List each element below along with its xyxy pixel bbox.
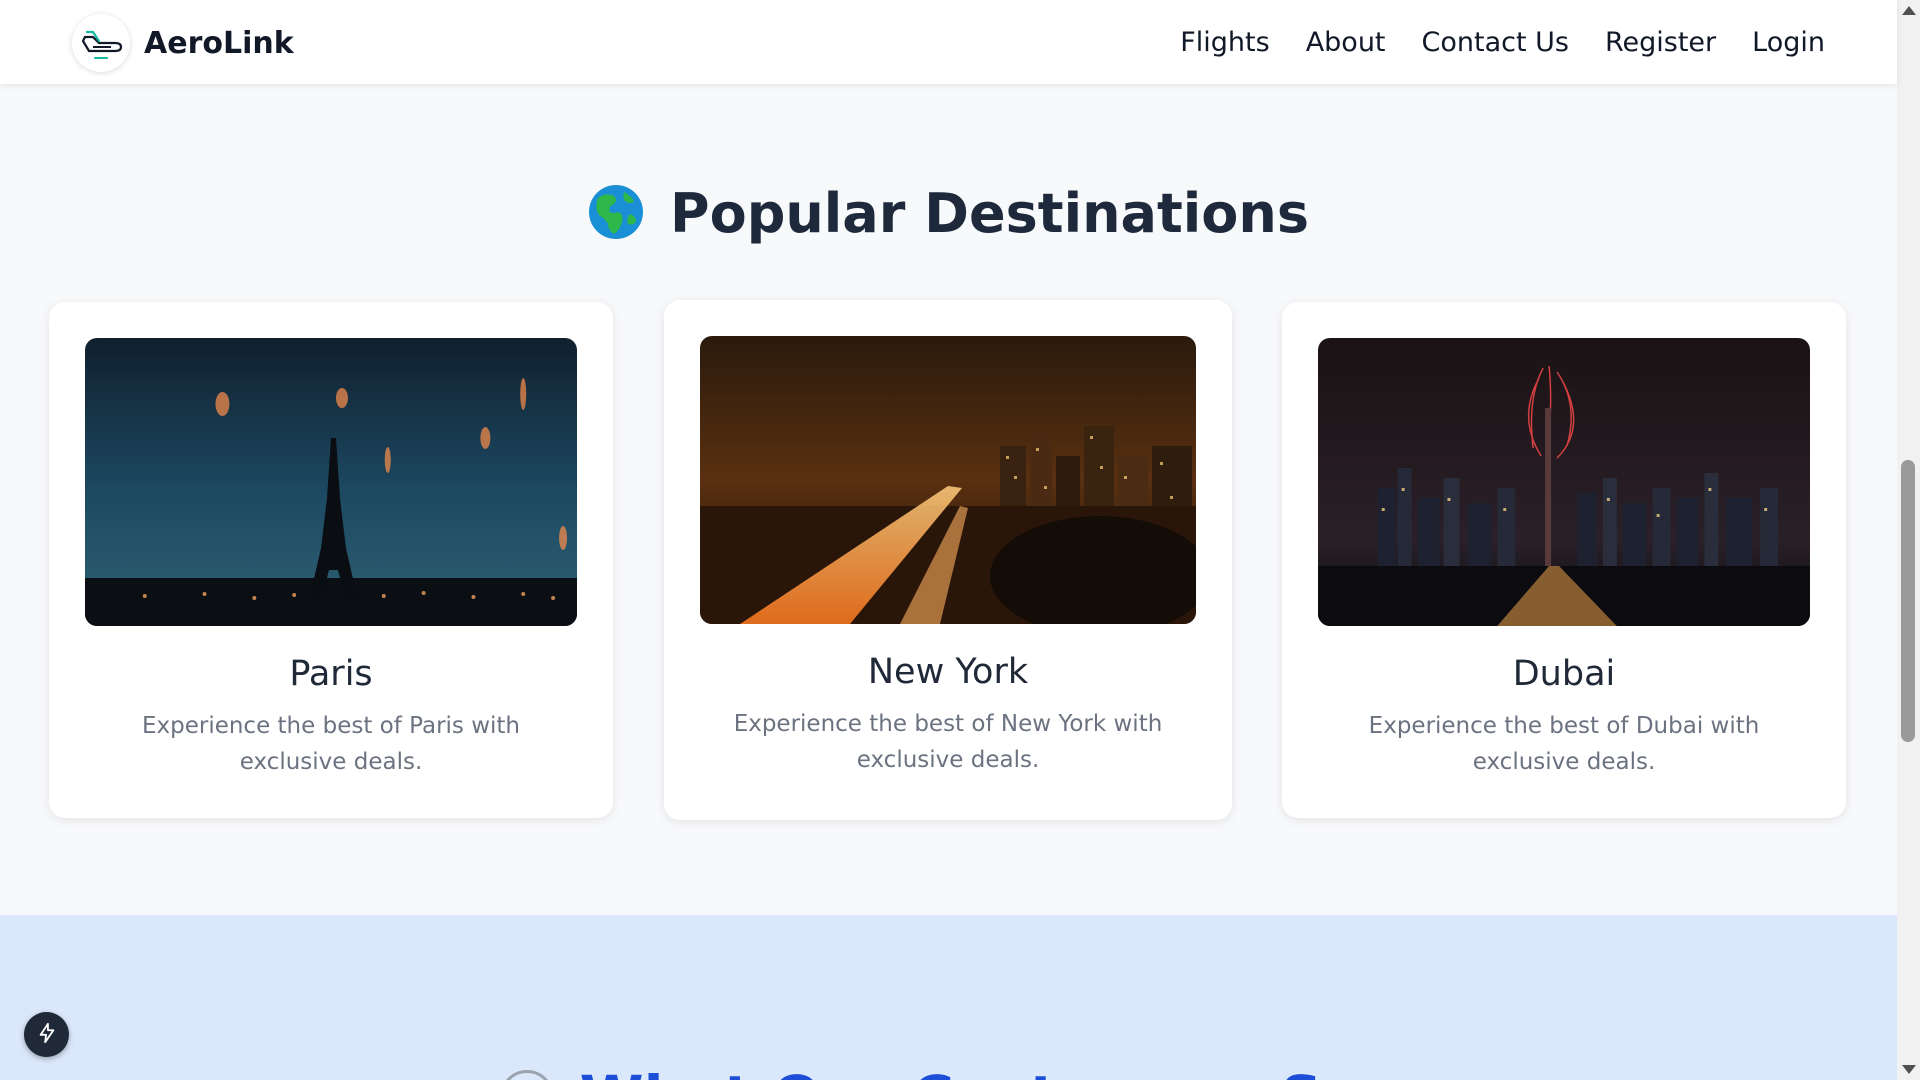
- brand-link[interactable]: AeroLink: [72, 14, 294, 72]
- page: AeroLink Flights About Contact Us Regist…: [0, 0, 1920, 1080]
- testimonials-heading: What Our Customers Say: [0, 1063, 1897, 1080]
- section-heading: Popular Destinations: [670, 182, 1309, 245]
- card-description-paris: Experience the best of Paris with exclus…: [141, 713, 521, 775]
- card-title-paris: Paris: [289, 654, 373, 694]
- nav-link-about[interactable]: About: [1306, 27, 1386, 58]
- nav-link-login[interactable]: Login: [1752, 27, 1825, 58]
- paris-eiffel-tower-night-photo: [85, 338, 577, 626]
- nav-link-flights[interactable]: Flights: [1180, 27, 1269, 58]
- brand-name: AeroLink: [144, 25, 294, 61]
- navbar: AeroLink Flights About Contact Us Regist…: [0, 0, 1897, 84]
- new-york-city-night-traffic-photo: [700, 336, 1196, 624]
- nav-link-contact-us[interactable]: Contact Us: [1422, 27, 1569, 58]
- scrollbar-thumb[interactable]: [1901, 460, 1915, 742]
- quick-action-button[interactable]: [24, 1012, 69, 1057]
- card-title-dubai: Dubai: [1512, 654, 1616, 694]
- section-title: Popular Destinations: [0, 182, 1897, 245]
- lightning-icon: [36, 1022, 58, 1048]
- chat-icon: [499, 1070, 554, 1080]
- globe-icon: [588, 184, 644, 244]
- nav-links: Flights About Contact Us Register Login: [1180, 0, 1825, 84]
- card-title-new-york: New York: [867, 652, 1029, 692]
- card-description-dubai: Experience the best of Dubai with exclus…: [1368, 713, 1760, 775]
- dubai-skyline-fireworks-photo: [1318, 338, 1810, 626]
- destination-card-new-york[interactable]: New York Experience the best of New York…: [664, 300, 1232, 820]
- scroll-up-arrow-icon[interactable]: [1902, 6, 1916, 15]
- nav-link-register[interactable]: Register: [1605, 27, 1716, 58]
- destination-card-paris[interactable]: Paris Experience the best of Paris with …: [49, 302, 613, 818]
- card-description-new-york: Experience the best of New York with exc…: [733, 711, 1163, 773]
- destination-card-dubai[interactable]: Dubai Experience the best of Dubai with …: [1282, 302, 1846, 818]
- testimonials-heading-text: What Our Customers Say: [580, 1063, 1398, 1080]
- testimonials-section: What Our Customers Say: [0, 915, 1897, 1080]
- airplane-logo-icon: [72, 14, 130, 72]
- vertical-scrollbar[interactable]: [1897, 0, 1920, 1080]
- scroll-down-arrow-icon[interactable]: [1902, 1065, 1916, 1074]
